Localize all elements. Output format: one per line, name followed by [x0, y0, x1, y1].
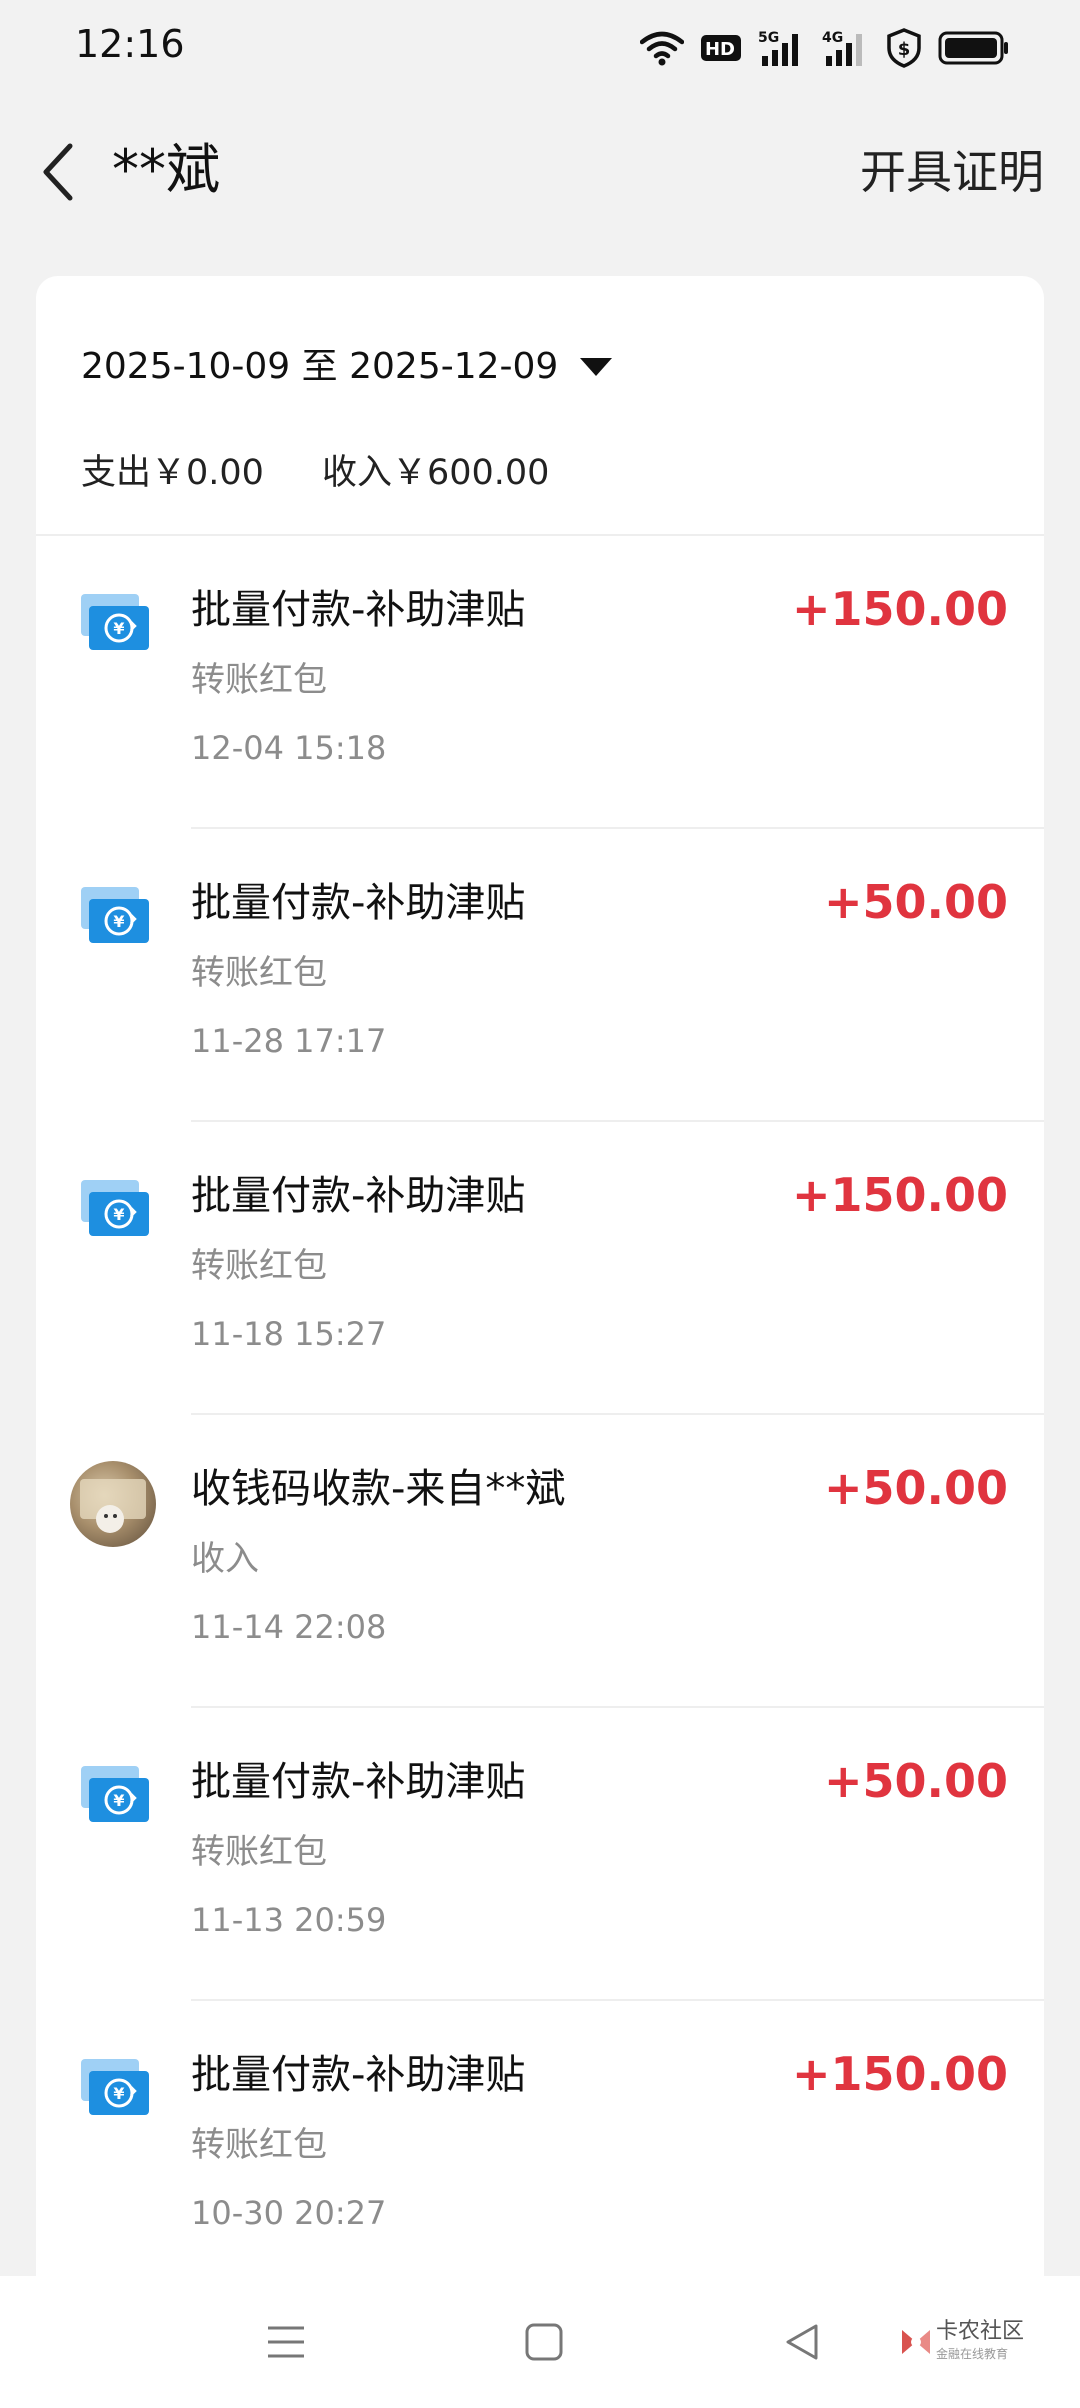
transaction-amount: +50.00 — [823, 1754, 1008, 1808]
transaction-list: ¥ 批量付款-补助津贴 转账红包 12-04 15:18 +150.00 ¥ 批… — [36, 536, 1044, 2294]
system-nav-bar: 卡农社区 金融在线教育 — [0, 2276, 1080, 2408]
transaction-row[interactable]: ¥ 批量付款-补助津贴 转账红包 11-18 15:27 +150.00 — [36, 1122, 1044, 1415]
back-arrow-icon[interactable] — [34, 136, 82, 208]
watermark: 卡农社区 金融在线教育 — [896, 2312, 1066, 2372]
svg-text:¥: ¥ — [113, 1205, 124, 1224]
transaction-type: 转账红包 — [191, 1246, 327, 1286]
transaction-title: 批量付款-补助津贴 — [191, 880, 526, 926]
svg-text:HD: HD — [705, 39, 735, 60]
watermark-text: 卡农社区 — [936, 2319, 1025, 2344]
hd-icon: HD — [700, 32, 742, 64]
svg-text:¥: ¥ — [113, 1791, 124, 1810]
transaction-type: 收入 — [191, 1539, 259, 1579]
transaction-row[interactable]: ¥ 批量付款-补助津贴 转账红包 12-04 15:18 +150.00 — [36, 536, 1044, 829]
signal-5g-icon: 5G — [758, 28, 806, 68]
transaction-time: 11-28 17:17 — [191, 1022, 387, 1060]
summary: 支出￥0.00 收入￥600.00 — [81, 448, 549, 498]
svg-text:¥: ¥ — [113, 912, 124, 931]
date-range-label: 2025-10-09 至 2025-12-09 — [81, 346, 559, 387]
transfer-icon: ¥ — [79, 592, 151, 656]
transaction-amount: +50.00 — [823, 1461, 1008, 1515]
transaction-type: 转账红包 — [191, 2125, 327, 2165]
transaction-row[interactable]: 收钱码收款-来自**斌 收入 11-14 22:08 +50.00 — [36, 1415, 1044, 1708]
transaction-row[interactable]: ¥ 批量付款-补助津贴 转账红包 11-13 20:59 +50.00 — [36, 1708, 1044, 2001]
status-time: 12:16 — [75, 22, 185, 66]
transaction-amount: +50.00 — [823, 875, 1008, 929]
transfer-icon: ¥ — [79, 2057, 151, 2121]
transfer-icon: ¥ — [79, 1178, 151, 1242]
transaction-amount: +150.00 — [791, 1168, 1008, 1222]
header: **斌 开具证明 — [0, 120, 1080, 220]
back-triangle-icon[interactable] — [772, 2312, 832, 2372]
wifi-icon — [640, 30, 684, 66]
transaction-title: 批量付款-补助津贴 — [191, 1759, 526, 1805]
transfer-icon: ¥ — [79, 1764, 151, 1828]
transaction-time: 10-30 20:27 — [191, 2194, 387, 2232]
svg-text:¥: ¥ — [113, 2084, 124, 2103]
avatar — [70, 1461, 156, 1547]
svg-text:$: $ — [898, 39, 911, 60]
transactions-card: 2025-10-09 至 2025-12-09 支出￥0.00 收入￥600.0… — [36, 276, 1044, 2408]
transaction-row[interactable]: ¥ 批量付款-补助津贴 转账红包 10-30 20:27 +150.00 — [36, 2001, 1044, 2294]
caret-down-icon — [580, 358, 613, 376]
menu-icon[interactable] — [256, 2312, 316, 2372]
expense-total: 支出￥0.00 — [81, 453, 264, 493]
shield-dollar-icon: $ — [886, 28, 922, 68]
transaction-title: 批量付款-补助津贴 — [191, 2052, 526, 2098]
transaction-time: 11-13 20:59 — [191, 1901, 387, 1939]
signal-4g-icon: 4G — [822, 28, 870, 68]
battery-icon — [938, 30, 1010, 66]
transaction-row[interactable]: ¥ 批量付款-补助津贴 转账红包 11-28 17:17 +50.00 — [36, 829, 1044, 1122]
issue-certificate-button[interactable]: 开具证明 — [860, 140, 1044, 204]
transaction-title: 批量付款-补助津贴 — [191, 1173, 526, 1219]
status-bar: 12:16 HD 5G 4G $ — [0, 0, 1080, 96]
transaction-title: 批量付款-补助津贴 — [191, 587, 526, 633]
transaction-time: 11-18 15:27 — [191, 1315, 387, 1353]
svg-text:5G: 5G — [758, 30, 779, 46]
transaction-type: 转账红包 — [191, 660, 327, 700]
transaction-type: 转账红包 — [191, 953, 327, 993]
transaction-type: 转账红包 — [191, 1832, 327, 1872]
transaction-time: 12-04 15:18 — [191, 729, 387, 767]
watermark-subtext: 金融在线教育 — [936, 2347, 1009, 2361]
transaction-title: 收钱码收款-来自**斌 — [191, 1466, 566, 1512]
svg-text:¥: ¥ — [113, 619, 124, 638]
transfer-icon: ¥ — [79, 885, 151, 949]
watermark-logo-icon — [896, 2322, 936, 2362]
page-title: **斌 — [112, 138, 220, 201]
transaction-amount: +150.00 — [791, 582, 1008, 636]
transaction-time: 11-14 22:08 — [191, 1608, 387, 1646]
status-icons: HD 5G 4G $ — [640, 24, 1010, 72]
date-range-selector[interactable]: 2025-10-09 至 2025-12-09 — [81, 342, 613, 392]
transaction-amount: +150.00 — [791, 2047, 1008, 2101]
income-total: 收入￥600.00 — [321, 453, 550, 493]
home-square-icon[interactable] — [514, 2312, 574, 2372]
svg-text:4G: 4G — [822, 30, 843, 46]
